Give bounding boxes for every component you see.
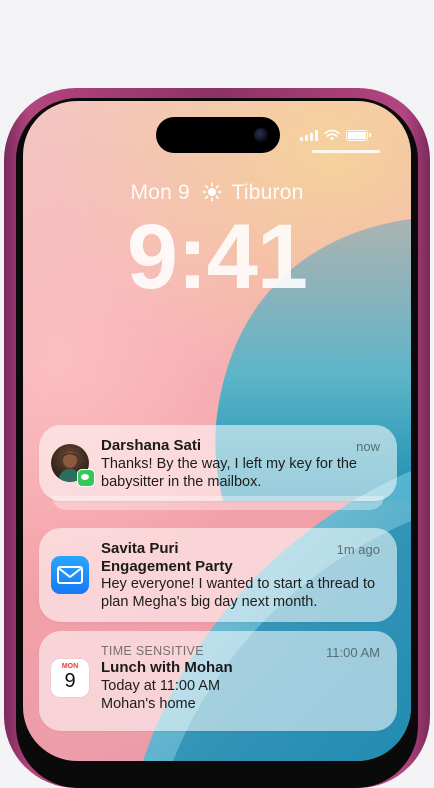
notification-sender: Darshana Sati — [101, 437, 202, 454]
battery-cap — [369, 133, 371, 137]
wifi-icon — [324, 129, 340, 141]
control-center-indicator[interactable] — [312, 150, 380, 153]
notification-event-time: Today at 11:00 AM — [101, 678, 221, 694]
sun-icon — [202, 181, 222, 205]
battery-icon — [346, 129, 368, 141]
date-label: Mon 9 — [130, 181, 190, 204]
calendar-icon: MON 9 — [51, 659, 89, 697]
status-bar — [300, 128, 371, 142]
dynamic-island — [156, 117, 280, 153]
mail-icon — [51, 556, 89, 594]
notification-time: now — [356, 439, 380, 454]
notification-savita[interactable]: Savita Puri 1m ago Engagement Party Hey … — [39, 528, 397, 622]
notification-darshana[interactable]: Darshana Sati now Thanks! By the way, I … — [39, 425, 397, 501]
weather-location: Tiburon — [231, 181, 304, 204]
notification-time: 1m ago — [336, 542, 380, 557]
notification-sender: Savita Puri — [101, 540, 179, 557]
messages-icon — [77, 469, 95, 487]
notification-subject: Engagement Party — [101, 558, 233, 575]
front-camera — [254, 128, 268, 142]
calendar-month: MON — [61, 663, 79, 670]
lock-screen-date: Mon 9 Tiburon — [0, 181, 434, 205]
notification-message: Thanks! By the way, I left my key for th… — [101, 456, 357, 490]
cellular-signal-icon — [300, 129, 318, 141]
calendar-day: 9 — [64, 670, 76, 692]
notification-title: Lunch with Mohan — [101, 659, 233, 676]
notification-time: 11:00 AM — [326, 645, 380, 660]
notification-event-location: Mohan's home — [101, 696, 196, 712]
notification-message: Hey everyone! I wanted to start a thread… — [101, 576, 376, 610]
time-sensitive-label: TIME SENSITIVE — [101, 644, 204, 658]
notification-calendar[interactable]: MON 9 TIME SENSITIVE 11:00 AM Lunch with… — [39, 631, 397, 731]
lock-screen-time: 9:41 — [126, 206, 308, 308]
